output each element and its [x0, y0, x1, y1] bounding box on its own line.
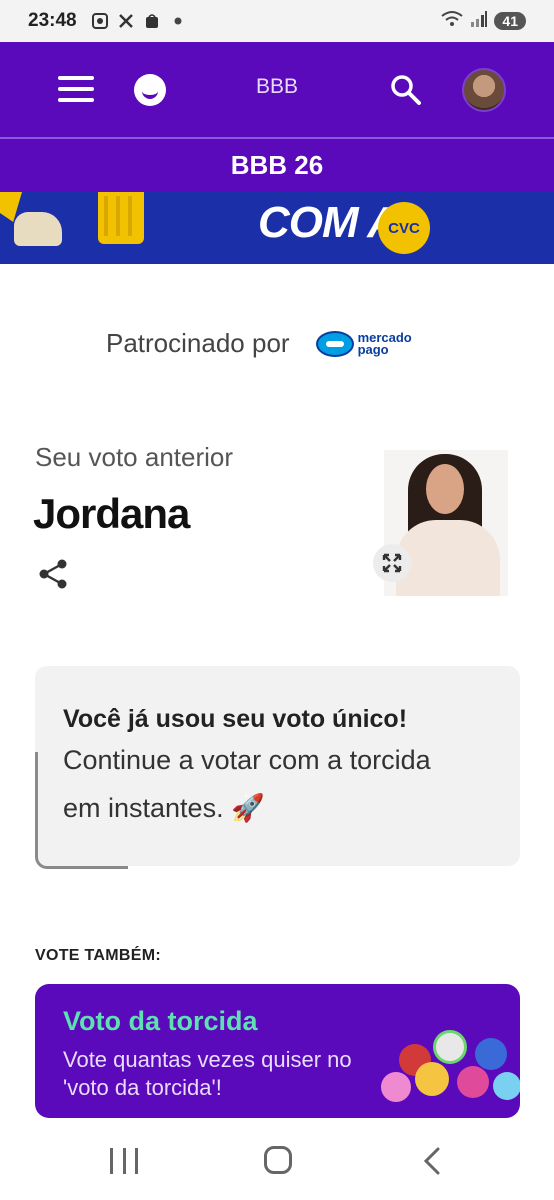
vote-also-heading: VOTE TAMBÉM:: [35, 947, 161, 964]
vote-used-message: Você já usou seu voto único!: [63, 705, 408, 733]
ad-banner[interactable]: COM A CVC: [0, 192, 554, 264]
expand-icon[interactable]: [373, 544, 411, 582]
recent-apps-button[interactable]: [110, 1148, 138, 1174]
banner-text: COM A: [258, 198, 399, 247]
voto-torcida-title: Voto da torcida: [63, 1006, 258, 1036]
system-nav-bar: [0, 1118, 554, 1200]
continue-message-line2: em instantes. 🚀: [63, 793, 265, 823]
torcida-illustration: [375, 1026, 520, 1118]
mercado-pago-logo[interactable]: mercado pago: [315, 329, 412, 357]
signal-icon: [470, 10, 488, 33]
dot-icon: [169, 12, 187, 30]
x-icon: [117, 12, 135, 30]
status-bar: 23:48 41: [0, 0, 554, 42]
status-time: 23:48: [28, 10, 77, 31]
cvc-logo: CVC: [378, 202, 430, 254]
screenshot-icon: [91, 12, 109, 30]
home-button[interactable]: [264, 1146, 292, 1174]
avatar[interactable]: [462, 68, 506, 112]
section-header: BBB 26: [0, 137, 554, 192]
vote-info-card: Você já usou seu voto único! Continue a …: [35, 666, 520, 869]
banner-bag-image: [14, 212, 62, 246]
voto-torcida-card[interactable]: Voto da torcida Vote quantas vezes quise…: [35, 984, 520, 1118]
wifi-icon: [440, 10, 464, 33]
handshake-icon: [315, 330, 354, 357]
continue-message-line1: Continue a votar com a torcida: [63, 745, 431, 775]
sponsor-label: Patrocinado por: [106, 328, 290, 358]
back-button[interactable]: [420, 1146, 444, 1176]
voto-torcida-description: Vote quantas vezes quiser no 'voto da to…: [63, 1047, 352, 1100]
share-icon[interactable]: [38, 558, 68, 590]
status-notification-icons: [91, 12, 187, 30]
status-system-icons: 41: [440, 10, 526, 33]
shopping-icon: [143, 12, 161, 30]
app-header: BBB: [0, 42, 554, 137]
search-icon[interactable]: [388, 72, 422, 106]
previous-vote-name: Jordana: [33, 490, 190, 537]
sponsor-row: Patrocinado por mercado pago: [106, 328, 412, 359]
banner-suitcase-image: [98, 192, 144, 244]
previous-vote-label: Seu voto anterior: [35, 442, 234, 472]
mercado-pago-text: mercado pago: [357, 329, 412, 357]
battery-indicator: 41: [494, 12, 526, 30]
section-title: BBB 26: [230, 150, 324, 180]
